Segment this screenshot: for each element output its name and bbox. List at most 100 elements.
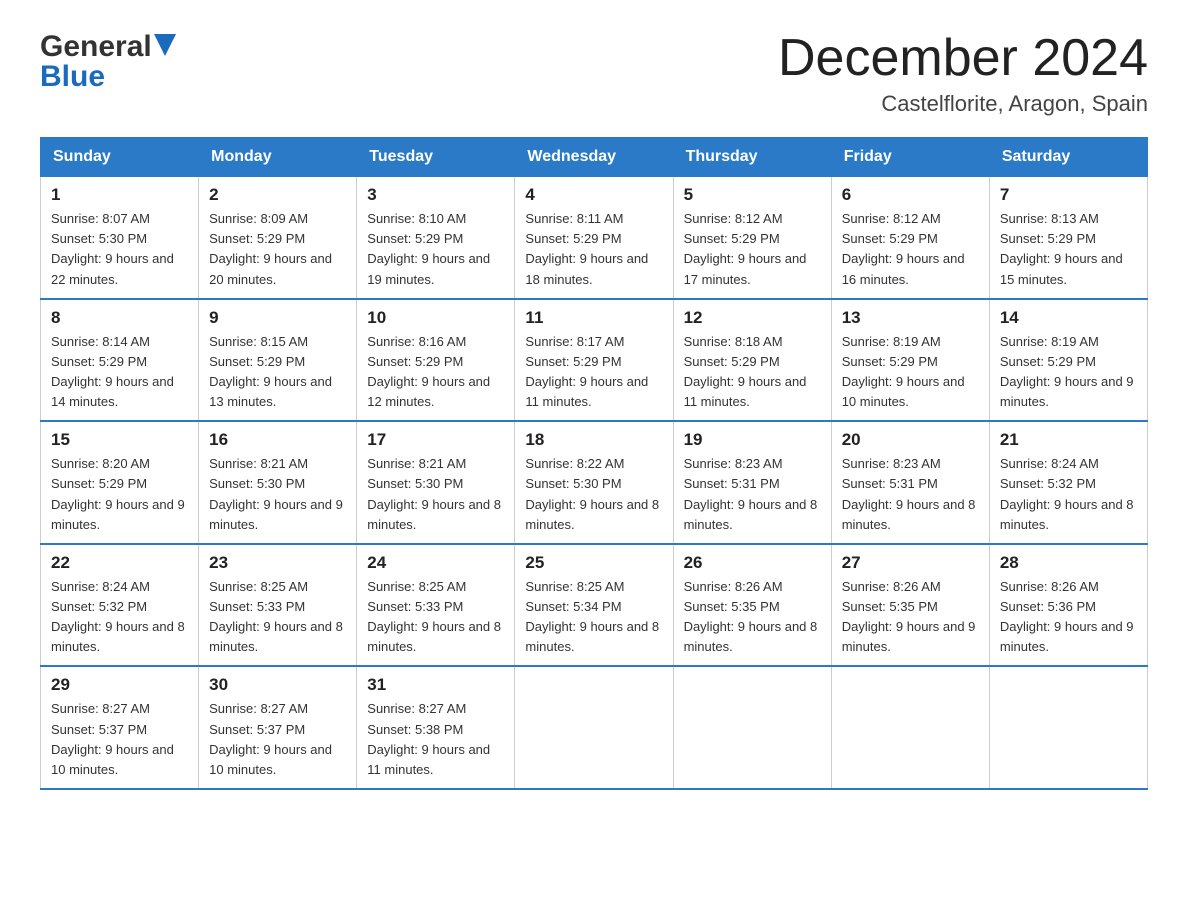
day-info: Sunrise: 8:25 AMSunset: 5:33 PMDaylight:… bbox=[367, 577, 504, 658]
calendar-cell: 12 Sunrise: 8:18 AMSunset: 5:29 PMDaylig… bbox=[673, 299, 831, 422]
day-number: 5 bbox=[684, 185, 821, 205]
calendar-cell: 29 Sunrise: 8:27 AMSunset: 5:37 PMDaylig… bbox=[41, 666, 199, 789]
week-row-4: 22 Sunrise: 8:24 AMSunset: 5:32 PMDaylig… bbox=[41, 544, 1148, 667]
day-number: 2 bbox=[209, 185, 346, 205]
calendar-cell bbox=[831, 666, 989, 789]
calendar-cell bbox=[989, 666, 1147, 789]
day-number: 7 bbox=[1000, 185, 1137, 205]
day-number: 10 bbox=[367, 308, 504, 328]
day-info: Sunrise: 8:25 AMSunset: 5:33 PMDaylight:… bbox=[209, 577, 346, 658]
day-number: 11 bbox=[525, 308, 662, 328]
day-info: Sunrise: 8:25 AMSunset: 5:34 PMDaylight:… bbox=[525, 577, 662, 658]
days-of-week-row: SundayMondayTuesdayWednesdayThursdayFrid… bbox=[41, 138, 1148, 177]
calendar-cell: 1 Sunrise: 8:07 AMSunset: 5:30 PMDayligh… bbox=[41, 177, 199, 299]
day-number: 21 bbox=[1000, 430, 1137, 450]
calendar-cell: 17 Sunrise: 8:21 AMSunset: 5:30 PMDaylig… bbox=[357, 421, 515, 544]
day-info: Sunrise: 8:15 AMSunset: 5:29 PMDaylight:… bbox=[209, 332, 346, 413]
day-info: Sunrise: 8:11 AMSunset: 5:29 PMDaylight:… bbox=[525, 209, 662, 290]
calendar-cell: 31 Sunrise: 8:27 AMSunset: 5:38 PMDaylig… bbox=[357, 666, 515, 789]
calendar-body: 1 Sunrise: 8:07 AMSunset: 5:30 PMDayligh… bbox=[41, 177, 1148, 789]
day-info: Sunrise: 8:20 AMSunset: 5:29 PMDaylight:… bbox=[51, 454, 188, 535]
day-number: 22 bbox=[51, 553, 188, 573]
day-info: Sunrise: 8:23 AMSunset: 5:31 PMDaylight:… bbox=[842, 454, 979, 535]
week-row-3: 15 Sunrise: 8:20 AMSunset: 5:29 PMDaylig… bbox=[41, 421, 1148, 544]
day-number: 8 bbox=[51, 308, 188, 328]
day-number: 9 bbox=[209, 308, 346, 328]
calendar-cell: 21 Sunrise: 8:24 AMSunset: 5:32 PMDaylig… bbox=[989, 421, 1147, 544]
day-number: 25 bbox=[525, 553, 662, 573]
day-info: Sunrise: 8:18 AMSunset: 5:29 PMDaylight:… bbox=[684, 332, 821, 413]
day-info: Sunrise: 8:21 AMSunset: 5:30 PMDaylight:… bbox=[367, 454, 504, 535]
day-number: 19 bbox=[684, 430, 821, 450]
calendar-cell bbox=[515, 666, 673, 789]
calendar-cell: 28 Sunrise: 8:26 AMSunset: 5:36 PMDaylig… bbox=[989, 544, 1147, 667]
day-info: Sunrise: 8:19 AMSunset: 5:29 PMDaylight:… bbox=[842, 332, 979, 413]
day-info: Sunrise: 8:26 AMSunset: 5:35 PMDaylight:… bbox=[842, 577, 979, 658]
day-info: Sunrise: 8:26 AMSunset: 5:36 PMDaylight:… bbox=[1000, 577, 1137, 658]
day-number: 20 bbox=[842, 430, 979, 450]
header-friday: Friday bbox=[831, 138, 989, 177]
day-info: Sunrise: 8:12 AMSunset: 5:29 PMDaylight:… bbox=[684, 209, 821, 290]
logo-general: General bbox=[40, 30, 152, 64]
day-info: Sunrise: 8:27 AMSunset: 5:38 PMDaylight:… bbox=[367, 699, 504, 780]
day-info: Sunrise: 8:12 AMSunset: 5:29 PMDaylight:… bbox=[842, 209, 979, 290]
calendar-cell: 6 Sunrise: 8:12 AMSunset: 5:29 PMDayligh… bbox=[831, 177, 989, 299]
logo-arrow-icon bbox=[154, 34, 176, 60]
day-number: 26 bbox=[684, 553, 821, 573]
calendar-cell: 2 Sunrise: 8:09 AMSunset: 5:29 PMDayligh… bbox=[199, 177, 357, 299]
day-info: Sunrise: 8:21 AMSunset: 5:30 PMDaylight:… bbox=[209, 454, 346, 535]
calendar-cell: 24 Sunrise: 8:25 AMSunset: 5:33 PMDaylig… bbox=[357, 544, 515, 667]
header-tuesday: Tuesday bbox=[357, 138, 515, 177]
calendar-cell: 23 Sunrise: 8:25 AMSunset: 5:33 PMDaylig… bbox=[199, 544, 357, 667]
day-number: 30 bbox=[209, 675, 346, 695]
day-number: 31 bbox=[367, 675, 504, 695]
day-number: 6 bbox=[842, 185, 979, 205]
calendar-cell: 15 Sunrise: 8:20 AMSunset: 5:29 PMDaylig… bbox=[41, 421, 199, 544]
header-sunday: Sunday bbox=[41, 138, 199, 177]
day-number: 16 bbox=[209, 430, 346, 450]
header-thursday: Thursday bbox=[673, 138, 831, 177]
title-area: December 2024 Castelflorite, Aragon, Spa… bbox=[778, 30, 1148, 117]
calendar-cell: 19 Sunrise: 8:23 AMSunset: 5:31 PMDaylig… bbox=[673, 421, 831, 544]
day-info: Sunrise: 8:22 AMSunset: 5:30 PMDaylight:… bbox=[525, 454, 662, 535]
logo-blue: Blue bbox=[40, 60, 105, 94]
day-number: 27 bbox=[842, 553, 979, 573]
day-number: 17 bbox=[367, 430, 504, 450]
header-monday: Monday bbox=[199, 138, 357, 177]
calendar-cell: 10 Sunrise: 8:16 AMSunset: 5:29 PMDaylig… bbox=[357, 299, 515, 422]
day-number: 13 bbox=[842, 308, 979, 328]
day-number: 4 bbox=[525, 185, 662, 205]
week-row-5: 29 Sunrise: 8:27 AMSunset: 5:37 PMDaylig… bbox=[41, 666, 1148, 789]
day-info: Sunrise: 8:13 AMSunset: 5:29 PMDaylight:… bbox=[1000, 209, 1137, 290]
week-row-2: 8 Sunrise: 8:14 AMSunset: 5:29 PMDayligh… bbox=[41, 299, 1148, 422]
calendar-cell bbox=[673, 666, 831, 789]
day-number: 12 bbox=[684, 308, 821, 328]
day-info: Sunrise: 8:27 AMSunset: 5:37 PMDaylight:… bbox=[51, 699, 188, 780]
month-title: December 2024 bbox=[778, 30, 1148, 87]
day-number: 23 bbox=[209, 553, 346, 573]
day-number: 14 bbox=[1000, 308, 1137, 328]
day-info: Sunrise: 8:26 AMSunset: 5:35 PMDaylight:… bbox=[684, 577, 821, 658]
calendar-cell: 14 Sunrise: 8:19 AMSunset: 5:29 PMDaylig… bbox=[989, 299, 1147, 422]
day-info: Sunrise: 8:23 AMSunset: 5:31 PMDaylight:… bbox=[684, 454, 821, 535]
page-header: General Blue December 2024 Castelflorite… bbox=[40, 30, 1148, 117]
day-info: Sunrise: 8:14 AMSunset: 5:29 PMDaylight:… bbox=[51, 332, 188, 413]
calendar-cell: 26 Sunrise: 8:26 AMSunset: 5:35 PMDaylig… bbox=[673, 544, 831, 667]
day-number: 24 bbox=[367, 553, 504, 573]
day-number: 3 bbox=[367, 185, 504, 205]
calendar-cell: 7 Sunrise: 8:13 AMSunset: 5:29 PMDayligh… bbox=[989, 177, 1147, 299]
day-number: 18 bbox=[525, 430, 662, 450]
day-info: Sunrise: 8:24 AMSunset: 5:32 PMDaylight:… bbox=[51, 577, 188, 658]
calendar-header: SundayMondayTuesdayWednesdayThursdayFrid… bbox=[41, 138, 1148, 177]
calendar-cell: 8 Sunrise: 8:14 AMSunset: 5:29 PMDayligh… bbox=[41, 299, 199, 422]
day-info: Sunrise: 8:16 AMSunset: 5:29 PMDaylight:… bbox=[367, 332, 504, 413]
day-number: 28 bbox=[1000, 553, 1137, 573]
calendar-cell: 20 Sunrise: 8:23 AMSunset: 5:31 PMDaylig… bbox=[831, 421, 989, 544]
calendar-cell: 16 Sunrise: 8:21 AMSunset: 5:30 PMDaylig… bbox=[199, 421, 357, 544]
calendar-cell: 25 Sunrise: 8:25 AMSunset: 5:34 PMDaylig… bbox=[515, 544, 673, 667]
day-info: Sunrise: 8:19 AMSunset: 5:29 PMDaylight:… bbox=[1000, 332, 1137, 413]
calendar-cell: 5 Sunrise: 8:12 AMSunset: 5:29 PMDayligh… bbox=[673, 177, 831, 299]
day-info: Sunrise: 8:27 AMSunset: 5:37 PMDaylight:… bbox=[209, 699, 346, 780]
week-row-1: 1 Sunrise: 8:07 AMSunset: 5:30 PMDayligh… bbox=[41, 177, 1148, 299]
day-info: Sunrise: 8:07 AMSunset: 5:30 PMDaylight:… bbox=[51, 209, 188, 290]
